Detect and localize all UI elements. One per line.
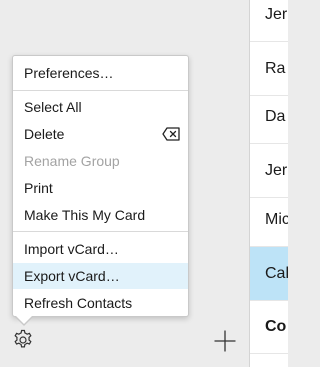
menu-item-export-vcard[interactable]: Export vCard… xyxy=(13,263,188,289)
menu-item-delete-label: Delete xyxy=(24,126,65,142)
menu-item-make-my-card[interactable]: Make This My Card xyxy=(13,202,188,228)
contact-row[interactable]: Mic xyxy=(250,193,288,247)
menu-pointer xyxy=(16,316,32,324)
plus-icon[interactable] xyxy=(213,329,237,353)
contact-name: Co xyxy=(265,317,287,335)
menu-item-print[interactable]: Print xyxy=(13,175,188,201)
delete-backward-icon xyxy=(162,127,180,141)
contact-row[interactable]: Jer xyxy=(250,0,288,42)
contact-row[interactable]: Da xyxy=(250,90,288,144)
contact-name: Jer xyxy=(265,161,288,179)
menu-item-rename-group: Rename Group xyxy=(24,153,120,169)
menu-item-select-all[interactable]: Select All xyxy=(13,94,188,120)
contact-name: Da xyxy=(265,107,286,125)
contact-row-my-card[interactable]: Co xyxy=(250,300,288,354)
menu-item-preferences[interactable]: Preferences… xyxy=(13,60,188,86)
menu-separator xyxy=(13,231,188,232)
menu-item-import-vcard[interactable]: Import vCard… xyxy=(13,236,188,262)
contact-name: Jer xyxy=(265,5,288,23)
contact-row[interactable]: Jer xyxy=(250,144,288,198)
settings-menu: Preferences… Select All Delete Rename Gr… xyxy=(12,55,189,317)
menu-item-refresh-contacts[interactable]: Refresh Contacts xyxy=(13,290,188,316)
menu-separator xyxy=(13,90,188,91)
contact-list: Jer Ra Da Jer Mic Cal Co xyxy=(250,0,288,367)
contact-name: Ra xyxy=(265,59,286,77)
contact-name: Cal xyxy=(265,264,288,282)
gear-icon[interactable] xyxy=(12,329,34,351)
contact-row[interactable]: Ra xyxy=(250,42,288,96)
contact-row-selected[interactable]: Cal xyxy=(250,247,288,301)
contact-name: Mic xyxy=(265,210,288,228)
menu-item-delete[interactable]: Delete xyxy=(13,121,188,147)
